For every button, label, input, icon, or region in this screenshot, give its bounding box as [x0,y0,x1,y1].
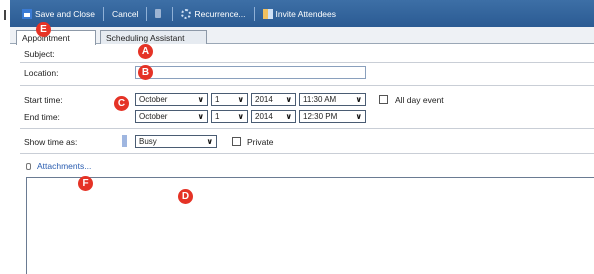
show-time-as-value: Busy [139,137,157,146]
chevron-down-icon: ∨ [285,112,293,121]
end-time-value: 12:30 PM [303,112,338,121]
delete-button[interactable] [149,9,170,18]
toolbar-separator [253,6,255,21]
marker-e: E [36,22,51,37]
location-label: Location: [24,68,59,78]
invite-attendees-button[interactable]: Invite Attendees [257,8,343,19]
divider [20,85,594,86]
recurrence-button[interactable]: Recurrence... [175,8,251,19]
paperclip-icon [26,162,31,170]
appointment-form: Subject: Location: Start time: October ∨ … [20,44,594,274]
end-year-select[interactable]: 2014 ∨ [251,110,296,123]
start-day-select[interactable]: 1 ∨ [211,93,248,106]
all-day-label: All day event [395,95,444,105]
end-time-select[interactable]: 12:30 PM ∨ [299,110,366,123]
start-time-label: Start time: [24,95,63,105]
end-year-value: 2014 [255,112,273,121]
edge-tick [4,10,6,20]
chevron-down-icon: ∨ [237,95,245,104]
divider [20,128,594,129]
chevron-down-icon: ∨ [237,112,245,121]
divider [20,153,594,154]
chevron-down-icon: ∨ [206,137,214,146]
show-time-as-label: Show time as: [24,137,78,147]
save-icon [22,8,32,19]
end-day-select[interactable]: 1 ∨ [211,110,248,123]
end-month-value: October [139,112,168,121]
chevron-down-icon: ∨ [197,112,205,121]
start-time-value: 11:30 AM [303,95,337,104]
attachments-link[interactable]: Attachments... [26,161,91,171]
divider [20,62,594,63]
end-month-select[interactable]: October ∨ [135,110,208,123]
all-day-checkbox[interactable] [379,95,388,104]
tab-appointment[interactable]: Appointment [16,30,96,45]
message-body-editor[interactable] [26,177,594,274]
show-time-as-select[interactable]: Busy ∨ [135,135,217,148]
chevron-down-icon: ∨ [197,95,205,104]
end-time-label: End time: [24,112,60,122]
tab-bar: Appointment Scheduling Assistant [10,27,594,45]
recurrence-label: Recurrence... [194,8,246,19]
toolbar-separator [172,6,174,21]
cancel-button[interactable]: Cancel [106,9,144,19]
start-time-select[interactable]: 11:30 AM ∨ [299,93,366,106]
toolbar-separator [146,6,148,21]
save-and-close-button[interactable]: Save and Close [16,8,101,19]
subject-label: Subject: [24,49,55,59]
chevron-down-icon: ∨ [285,95,293,104]
marker-f: F [78,176,93,191]
chevron-down-icon: ∨ [355,95,363,104]
private-checkbox[interactable] [232,137,241,146]
tab-scheduling-assistant[interactable]: Scheduling Assistant [100,30,207,44]
invite-icon [262,8,273,19]
marker-c: C [114,96,129,111]
save-and-close-label: Save and Close [35,8,96,19]
recurrence-icon [181,8,192,19]
marker-b: B [138,65,153,80]
end-day-value: 1 [215,112,220,121]
private-label: Private [247,137,274,147]
subject-input[interactable] [135,48,594,60]
start-year-select[interactable]: 2014 ∨ [251,93,296,106]
invite-attendees-label: Invite Attendees [275,8,337,19]
marker-a: A [138,44,153,59]
start-year-value: 2014 [255,95,273,104]
toolbar-separator [103,6,105,21]
start-day-value: 1 [215,95,220,104]
marker-d: D [178,189,193,204]
left-edge [0,0,10,274]
attachments-label: Attachments... [37,161,92,171]
cancel-label: Cancel [112,8,139,19]
busy-indicator [122,135,127,147]
start-month-value: October [139,95,168,104]
trash-icon [155,9,162,18]
toolbar: Save and Close Cancel Recurrence... Invi… [10,0,594,27]
start-month-select[interactable]: October ∨ [135,93,208,106]
chevron-down-icon: ∨ [355,112,363,121]
location-input[interactable] [135,66,366,79]
tab-scheduling-assistant-label: Scheduling Assistant [106,33,185,43]
